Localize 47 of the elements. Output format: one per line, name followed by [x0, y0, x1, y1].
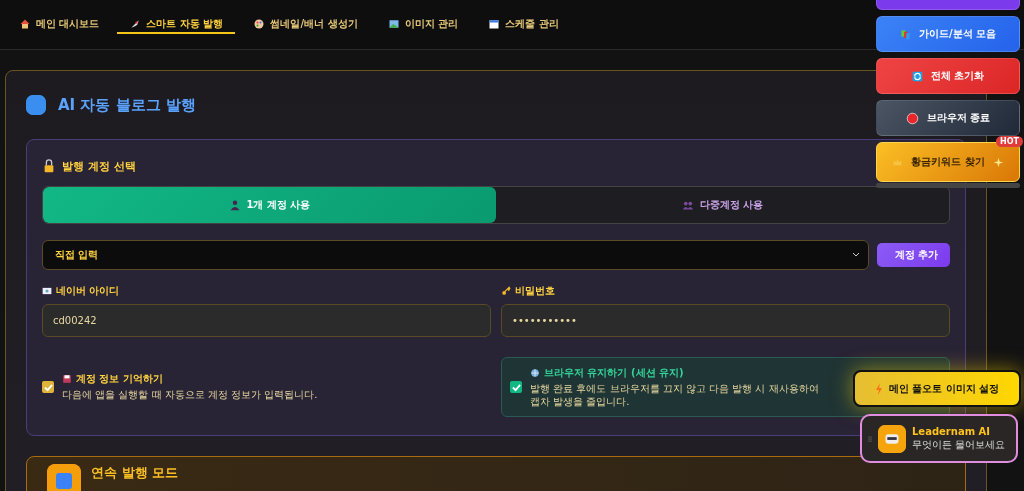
globe-icon [530, 368, 540, 378]
nav-tab[interactable]: 메인 대시보드 [7, 15, 112, 34]
field-label: 네이버 아이디 [56, 284, 120, 298]
sparkle-icon [992, 156, 1004, 168]
account-dropdown[interactable]: 직접 입력 [42, 240, 869, 270]
side-button[interactable]: 브라우저 종료 [876, 100, 1020, 136]
mode-tab[interactable]: 다중계정 사용 [496, 187, 949, 223]
page-title: AI 자동 블로그 발행 [58, 95, 196, 115]
crown-icon [892, 156, 904, 168]
nav-tab[interactable]: 이미지 관리 [375, 15, 471, 34]
house-icon [19, 17, 31, 30]
side-button[interactable]: 전체 초기화 [876, 58, 1020, 94]
checkbox[interactable] [510, 381, 522, 393]
palette-icon [253, 17, 266, 30]
option-description: 발행 완료 후에도 브라우저를 끄지 않고 다음 발행 시 재사용하여 캡차 발생을 줄입니다. [530, 383, 820, 408]
picture-icon [387, 17, 400, 30]
nav-tab[interactable]: 썸네일/배너 생성기 [241, 15, 370, 34]
assistant-subtitle: 무엇이든 물어보세요 [912, 437, 1006, 452]
hot-badge: HOT [996, 136, 1023, 147]
assistant-widget[interactable]: Leadernam AI 무엇이든 물어보세요 [860, 414, 1018, 463]
nav-tab[interactable]: 스마트 자동 발행 [117, 15, 236, 34]
field-label: 비밀번호 [515, 284, 555, 298]
chevron-down-icon [851, 252, 860, 258]
option-title: 브라우저 유지하기 (세션 유지) [544, 366, 684, 380]
padlock-icon [42, 159, 56, 173]
books-icon [899, 28, 911, 40]
assistant-name: Leadernam AI [912, 425, 991, 437]
text-field[interactable]: ••••••••••• [501, 304, 950, 337]
checkbox[interactable] [42, 381, 54, 393]
lightning-icon [874, 382, 883, 395]
add-account-button[interactable]: 계정 추가 [876, 243, 950, 267]
option-description: 다음에 앱을 실행할 때 자동으로 계정 정보가 입력됩니다. [62, 389, 318, 402]
person-icon [228, 199, 241, 211]
text-field[interactable]: cd00242 [42, 304, 491, 337]
refresh-icon [911, 70, 923, 82]
people-icon [681, 199, 694, 211]
panel-title: 발행 계정 선택 [62, 158, 136, 174]
envelope-icon [42, 286, 52, 296]
stop-icon [905, 111, 919, 125]
key-icon [501, 286, 511, 296]
image-settings-button[interactable]: 메인 풀오토 이미지 설정 [853, 370, 1021, 407]
section-title: 연속 발행 모드 [91, 464, 179, 482]
option-title: 계정 정보 기억하기 [76, 372, 163, 387]
nav-tab[interactable]: 스케줄 관리 [476, 15, 571, 34]
calendar-icon [488, 17, 501, 30]
section-icon [47, 464, 81, 491]
side-button[interactable]: 가이드/분석 모음 [876, 16, 1020, 52]
